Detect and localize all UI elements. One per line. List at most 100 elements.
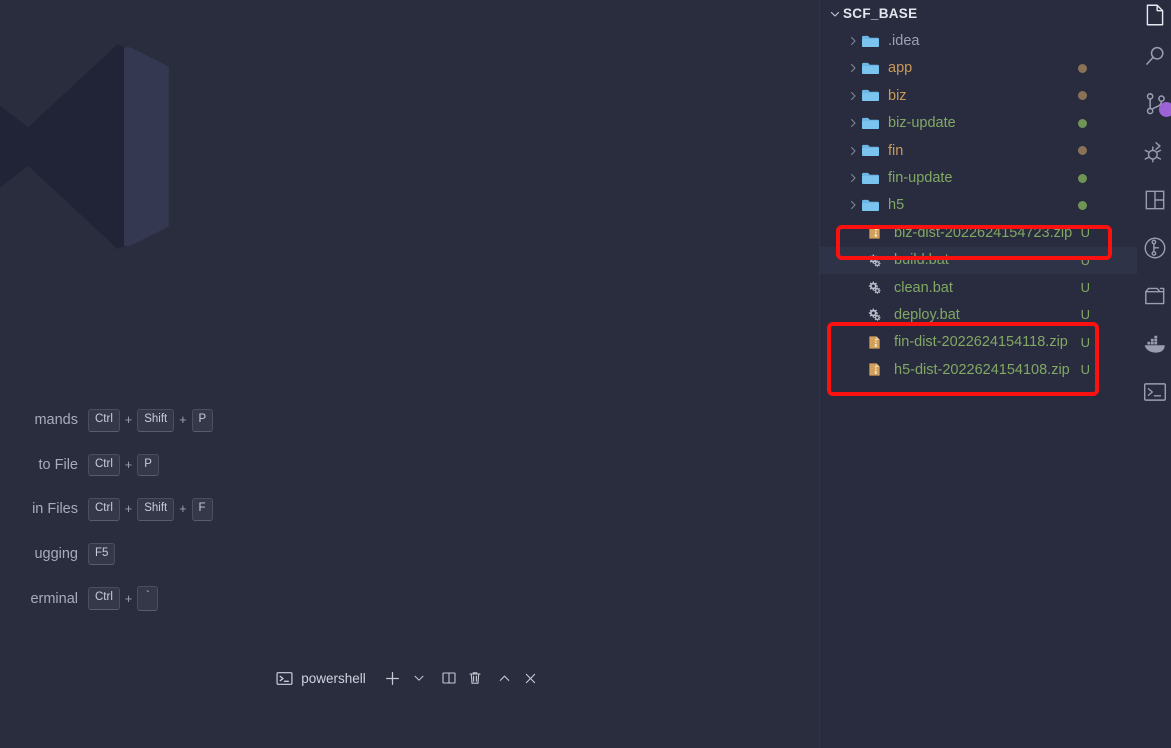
key-cap: Ctrl	[88, 409, 120, 432]
tree-item-label: biz-dist-2022624154723.zip	[894, 224, 1073, 241]
vscode-window: mands Ctrl + Shift + P to File Ctrl + P	[0, 0, 1171, 748]
welcome-shortcuts-list: mands Ctrl + Shift + P to File Ctrl + P	[0, 398, 230, 621]
explorer-root-label: SCF_BASE	[843, 6, 918, 22]
key-separator: +	[179, 413, 187, 428]
chevron-right-icon[interactable]	[844, 142, 861, 159]
tree-item-label: h5	[888, 197, 905, 214]
close-panel-button[interactable]	[518, 665, 544, 691]
remote-explorer-icon[interactable]	[1137, 272, 1171, 320]
tree-row-file-clean-bat[interactable]: clean.bat U	[820, 274, 1137, 301]
tree-row-folder-app[interactable]: app	[820, 55, 1137, 82]
key-cap: Shift	[137, 409, 175, 432]
zip-archive-icon	[867, 224, 887, 241]
source-control-badge	[1159, 102, 1171, 117]
tree-row-file-build-bat[interactable]: build.bat U	[820, 246, 1137, 274]
chevron-right-icon[interactable]	[844, 197, 861, 214]
tree-item-label: biz-update	[888, 115, 956, 132]
docker-icon[interactable]	[1137, 320, 1171, 368]
git-status-dot	[1078, 173, 1087, 183]
folder-icon	[861, 33, 881, 50]
git-status-badge: U	[1080, 280, 1090, 296]
tree-row-file-biz-dist-zip[interactable]: biz-dist-2022624154723.zip U	[820, 219, 1137, 246]
new-terminal-button[interactable]	[380, 665, 406, 691]
tree-row-folder-biz[interactable]: biz	[820, 82, 1137, 109]
tree-item-label: fin	[888, 142, 904, 159]
split-terminal-button[interactable]	[436, 665, 462, 691]
git-status-badge: U	[1080, 362, 1090, 378]
key-cap: Ctrl	[88, 453, 120, 477]
tree-item-label: .idea	[888, 33, 920, 50]
terminal-tab-bar: powershell	[0, 662, 820, 694]
tree-row-folder-fin-update[interactable]: fin-update	[820, 164, 1137, 191]
git-status-dot	[1078, 118, 1087, 128]
shortcut-row[interactable]: erminal Ctrl + `	[0, 576, 230, 621]
source-control-icon[interactable]	[1137, 80, 1171, 128]
chevron-right-icon[interactable]	[844, 60, 861, 77]
folder-icon	[861, 115, 881, 132]
tree-row-file-h5-dist-zip[interactable]: h5-dist-2022624154108.zip U	[820, 356, 1137, 383]
folder-icon	[861, 170, 881, 187]
chevron-right-icon[interactable]	[844, 170, 861, 187]
shortcut-keys: F5	[88, 542, 116, 566]
terminal-profile-dropdown[interactable]	[406, 665, 432, 691]
testing-icon[interactable]	[1137, 224, 1171, 272]
shortcut-label: ugging	[34, 546, 78, 563]
shortcut-keys: Ctrl + `	[88, 585, 159, 612]
kill-terminal-button[interactable]	[462, 665, 488, 691]
tree-row-folder-fin[interactable]: fin	[820, 137, 1137, 164]
folder-icon	[861, 142, 881, 159]
shortcut-row[interactable]: ugging F5	[0, 532, 230, 577]
explorer-icon[interactable]	[1137, 0, 1171, 32]
chevron-right-icon[interactable]	[844, 33, 861, 50]
shortcut-keys: Ctrl + Shift + F	[88, 498, 213, 521]
shortcut-keys: Ctrl + Shift + P	[88, 409, 214, 432]
run-and-debug-icon[interactable]	[1137, 128, 1171, 176]
key-cap: Ctrl	[88, 498, 120, 521]
shortcut-row[interactable]: mands Ctrl + Shift + P	[0, 398, 230, 443]
tree-row-folder-idea[interactable]: .idea	[820, 27, 1137, 54]
search-icon[interactable]	[1137, 32, 1171, 80]
key-cap: P	[191, 409, 214, 432]
explorer-root-row[interactable]: SCF_BASE	[820, 0, 1137, 27]
folder-icon	[861, 60, 881, 77]
gear-script-icon	[867, 279, 887, 296]
git-status-badge: U	[1080, 307, 1090, 323]
git-status-dot	[1078, 146, 1087, 156]
tree-item-label: h5-dist-2022624154108.zip	[894, 361, 1070, 378]
tree-row-file-fin-dist-zip[interactable]: fin-dist-2022624154118.zip U	[820, 329, 1137, 356]
shortcut-row[interactable]: to File Ctrl + P	[0, 443, 230, 488]
tree-item-label: app	[888, 60, 913, 77]
editor-area: mands Ctrl + Shift + P to File Ctrl + P	[0, 0, 820, 748]
git-status-badge: U	[1080, 334, 1090, 350]
key-cap: Shift	[137, 498, 175, 521]
shortcut-keys: Ctrl + P	[88, 453, 159, 477]
vscode-logo-watermark-icon	[0, 20, 220, 350]
tree-item-label: build.bat	[894, 252, 949, 269]
git-status-dot	[1078, 63, 1087, 73]
maximize-panel-button[interactable]	[492, 665, 518, 691]
key-separator: +	[179, 502, 187, 517]
tree-item-label: fin-dist-2022624154118.zip	[894, 334, 1068, 351]
tree-row-folder-h5[interactable]: h5	[820, 192, 1137, 219]
tree-item-label: fin-update	[888, 170, 953, 187]
terminal-name-label[interactable]: powershell	[301, 671, 366, 686]
git-status-dot	[1078, 200, 1087, 210]
tree-row-folder-biz-update[interactable]: biz-update	[820, 110, 1137, 137]
tree-row-file-deploy-bat[interactable]: deploy.bat U	[820, 301, 1137, 328]
explorer-sidebar: SCF_BASE .idea app biz biz-update fin fi…	[820, 0, 1137, 748]
git-status-badge: U	[1080, 252, 1090, 268]
shortcut-row[interactable]: in Files Ctrl + Shift + F	[0, 487, 230, 532]
chevron-down-icon[interactable]	[826, 5, 843, 22]
zip-archive-icon	[867, 361, 887, 378]
terminal-powershell-icon	[276, 670, 293, 687]
key-cap: F	[191, 498, 213, 521]
extensions-icon[interactable]	[1137, 176, 1171, 224]
git-status-badge: U	[1080, 225, 1090, 241]
terminal-icon[interactable]	[1137, 368, 1171, 416]
chevron-right-icon[interactable]	[844, 115, 861, 132]
shortcut-label: to File	[38, 456, 79, 473]
zip-archive-icon	[867, 334, 887, 351]
gear-script-icon	[867, 252, 887, 269]
chevron-right-icon[interactable]	[844, 87, 861, 104]
activity-bar	[1137, 0, 1171, 748]
